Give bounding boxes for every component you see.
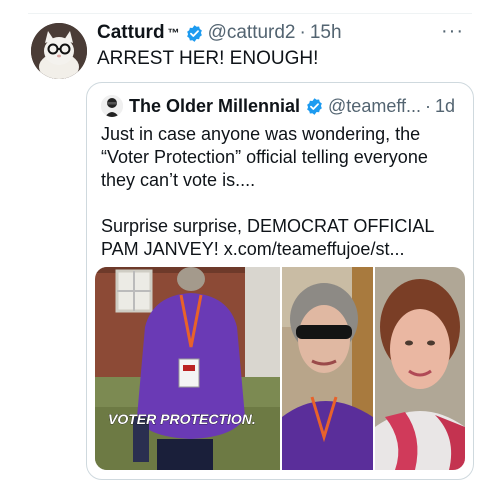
quote-author-handle[interactable]: @teameff... — [328, 96, 421, 117]
more-options-icon[interactable]: ··· — [441, 20, 464, 43]
quote-media[interactable]: VOTER PROTECTION. — [95, 267, 465, 470]
author-avatar[interactable] — [31, 23, 87, 79]
verified-badge-icon — [305, 97, 324, 116]
quote-author-avatar — [101, 95, 123, 117]
author-name[interactable]: Catturd — [97, 22, 165, 44]
top-divider — [28, 13, 472, 14]
author-handle[interactable]: @catturd2 — [208, 22, 296, 44]
separator-dot: · — [299, 22, 306, 43]
media-image-sunglasses[interactable] — [282, 267, 373, 470]
quote-author-name[interactable]: The Older Millennial — [129, 96, 300, 117]
tweet-header: Catturd ™ @catturd2 · 15h — [97, 22, 342, 44]
separator-dot: · — [425, 95, 432, 116]
verified-badge-icon — [185, 24, 204, 43]
tweet-time[interactable]: 15h — [310, 22, 342, 44]
quoted-tweet[interactable]: The Older Millennial @teameff... · 1d Ju… — [86, 82, 474, 480]
quote-header: The Older Millennial @teameff... · 1d — [101, 95, 455, 117]
quote-paragraph-1: Just in case anyone was wondering, the “… — [101, 124, 428, 190]
quote-paragraph-2: Surprise surprise, DEMOCRAT OFFICIAL PAM… — [101, 216, 434, 259]
media-image-portrait[interactable] — [375, 267, 465, 470]
quote-time[interactable]: 1d — [435, 96, 455, 117]
media-caption: VOTER PROTECTION. — [108, 411, 256, 427]
media-image-voter-protection[interactable]: VOTER PROTECTION. — [95, 267, 280, 470]
trademark-mark: ™ — [167, 26, 180, 40]
tweet-text: ARREST HER! ENOUGH! — [97, 48, 319, 69]
quote-text: Just in case anyone was wondering, the “… — [101, 123, 461, 284]
